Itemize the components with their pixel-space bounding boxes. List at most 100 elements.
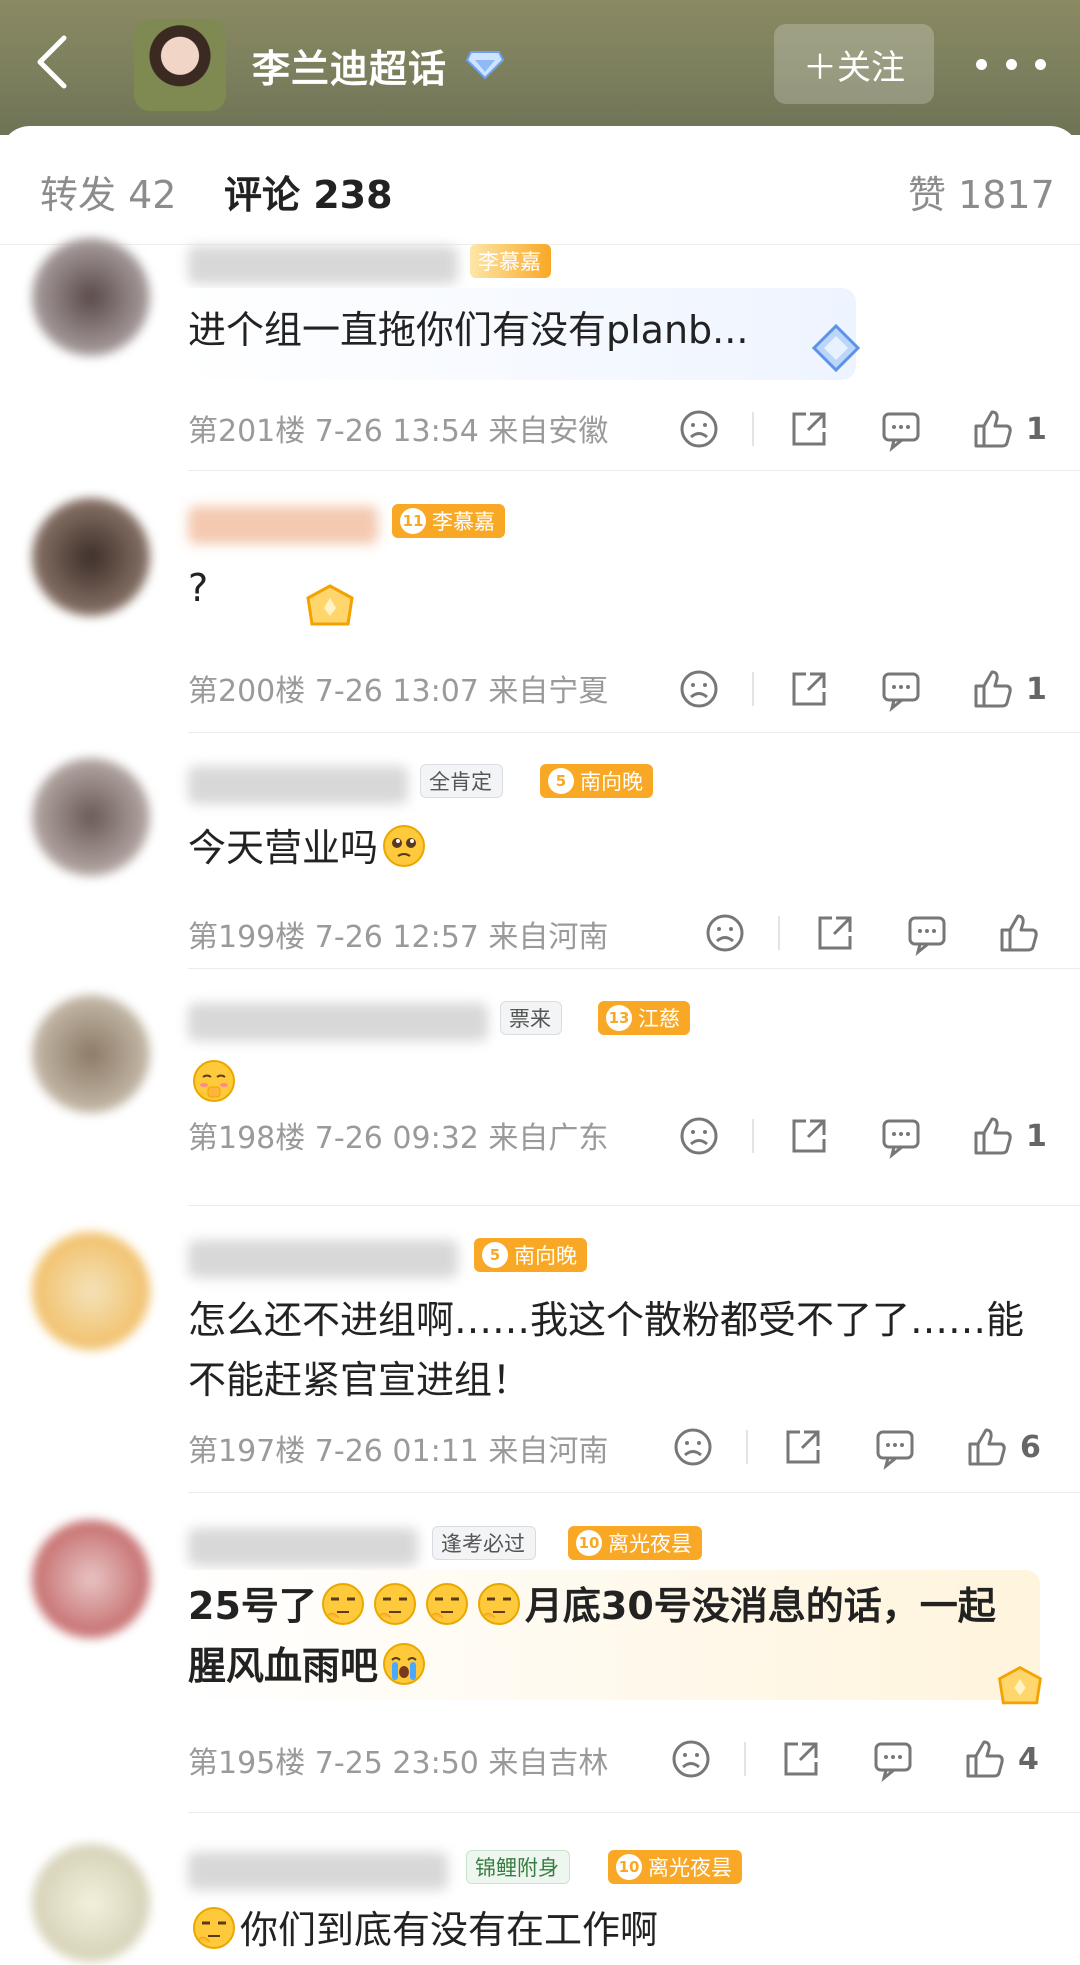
- like-icon[interactable]: [970, 1113, 1016, 1159]
- share-icon[interactable]: [786, 406, 832, 452]
- comment-actions: 1: [676, 666, 1056, 716]
- avatar[interactable]: [32, 498, 150, 616]
- like-icon[interactable]: [962, 1736, 1008, 1782]
- fan-level: 10: [616, 1854, 642, 1880]
- fan-badge[interactable]: 5 南向晚: [540, 764, 653, 798]
- fan-badge[interactable]: 13 江慈: [598, 1001, 690, 1035]
- divider: [746, 1430, 748, 1464]
- fan-badge[interactable]: 10 离光夜昙: [608, 1850, 742, 1884]
- tab-bar: 转发 42 评论 238 赞 1817: [0, 126, 1080, 245]
- fan-level: 10: [576, 1530, 602, 1556]
- avatar[interactable]: [32, 238, 150, 356]
- comment-actions: 6: [670, 1424, 1060, 1474]
- fan-level: 13: [606, 1005, 632, 1031]
- avatar[interactable]: [32, 1520, 150, 1638]
- thinking-emoji-icon: [193, 1907, 235, 1949]
- fan-badge-name: 离光夜昙: [608, 1532, 692, 1556]
- comment-actions: 4: [668, 1736, 1060, 1786]
- like-count: 6: [1020, 1430, 1041, 1465]
- supertopic-avatar[interactable]: [134, 19, 226, 111]
- avatar[interactable]: [32, 1844, 150, 1962]
- pleading-emoji-icon: [383, 825, 426, 867]
- reply-icon[interactable]: [878, 1113, 924, 1159]
- comment-text: 怎么还不进组啊……我这个散粉都受不了了……能不能赶紧官宣进组！: [188, 1298, 1025, 1402]
- reply-icon[interactable]: [878, 406, 924, 452]
- username[interactable]: [188, 506, 378, 544]
- reply-icon[interactable]: [872, 1424, 918, 1470]
- fan-badge[interactable]: 5 南向晚: [474, 1238, 587, 1272]
- comment-divider: [188, 732, 1080, 733]
- reply-icon[interactable]: [870, 1736, 916, 1782]
- comment-actions: 1: [676, 1113, 1056, 1163]
- fan-badge[interactable]: 李慕嘉: [470, 244, 551, 278]
- title-badge[interactable]: 票来: [500, 1001, 562, 1035]
- like-count: 1: [1026, 412, 1047, 447]
- comment-actions: [702, 910, 1062, 960]
- avatar[interactable]: [32, 995, 150, 1113]
- tab-comments[interactable]: 评论 238: [224, 164, 393, 219]
- fan-badge[interactable]: 11 李慕嘉: [392, 504, 505, 538]
- comment-text: 你们到底有没有在工作啊: [188, 1900, 1048, 1960]
- dislike-face-icon[interactable]: [676, 1113, 722, 1159]
- share-icon[interactable]: [778, 1736, 824, 1782]
- fan-level: 5: [482, 1242, 508, 1268]
- username[interactable]: [188, 1852, 448, 1890]
- comment-meta: 第199楼 7-26 12:57 来自河南: [188, 920, 609, 955]
- share-icon[interactable]: [812, 910, 858, 956]
- dislike-face-icon[interactable]: [676, 666, 722, 712]
- reply-icon[interactable]: [904, 910, 950, 956]
- share-icon[interactable]: [780, 1424, 826, 1470]
- crown-badge-icon: [306, 584, 354, 626]
- dislike-face-icon[interactable]: [668, 1736, 714, 1782]
- thinking-emoji-icon: [373, 1583, 416, 1625]
- username[interactable]: [188, 1003, 488, 1041]
- page-title[interactable]: 李兰迪超话: [252, 38, 447, 93]
- crying-emoji-icon: [383, 1643, 426, 1685]
- avatar[interactable]: [32, 1232, 150, 1350]
- dot-icon: [1035, 58, 1046, 70]
- comment-meta: 第195楼 7-25 23:50 来自吉林: [188, 1746, 609, 1781]
- username[interactable]: [188, 246, 458, 284]
- like-count: 4: [1018, 1742, 1039, 1777]
- comment-meta: 第201楼 7-26 13:54 来自安徽: [188, 414, 609, 449]
- follow-button[interactable]: ＋关注: [774, 24, 934, 104]
- comment-text: [188, 1053, 1048, 1113]
- comment-meta: 第200楼 7-26 13:07 来自宁夏: [188, 674, 609, 709]
- comment-text: 今天营业吗: [188, 818, 1048, 878]
- comment-divider: [188, 470, 1080, 471]
- divider: [752, 1119, 754, 1153]
- dislike-face-icon[interactable]: [702, 910, 748, 956]
- fan-badge-name: 李慕嘉: [432, 510, 495, 534]
- title-badge[interactable]: 逢考必过: [432, 1526, 536, 1560]
- like-icon[interactable]: [996, 910, 1042, 956]
- like-icon[interactable]: [970, 406, 1016, 452]
- title-badge[interactable]: 锦鲤附身: [466, 1850, 570, 1884]
- dislike-face-icon[interactable]: [670, 1424, 716, 1470]
- share-icon[interactable]: [786, 1113, 832, 1159]
- comment-meta: 第198楼 7-26 09:32 来自广东: [188, 1121, 609, 1156]
- title-badge[interactable]: 全肯定: [420, 764, 503, 798]
- username[interactable]: [188, 1528, 418, 1566]
- like-icon[interactable]: [970, 666, 1016, 712]
- more-options-button[interactable]: [976, 44, 1046, 84]
- reply-icon[interactable]: [878, 666, 924, 712]
- dot-icon: [1005, 58, 1017, 70]
- comment-text-content: 你们到底有没有在工作啊: [240, 1908, 659, 1952]
- username[interactable]: [188, 1240, 458, 1278]
- tab-reposts[interactable]: 转发 42: [40, 164, 176, 219]
- like-count: 1: [1026, 672, 1047, 707]
- fan-level: 11: [400, 508, 426, 534]
- tab-likes[interactable]: 赞 1817: [908, 164, 1055, 219]
- dot-icon: [976, 58, 987, 70]
- comment-divider: [188, 968, 1080, 969]
- dislike-face-icon[interactable]: [676, 406, 722, 452]
- fan-badge[interactable]: 10 离光夜昙: [568, 1526, 702, 1560]
- share-icon[interactable]: [786, 666, 832, 712]
- shy-emoji-icon: [193, 1060, 235, 1102]
- username[interactable]: [188, 766, 408, 804]
- comment-divider: [188, 1205, 1080, 1206]
- like-icon[interactable]: [964, 1424, 1010, 1470]
- like-count: 1: [1026, 1119, 1047, 1154]
- back-button[interactable]: [22, 24, 92, 104]
- avatar[interactable]: [32, 758, 150, 876]
